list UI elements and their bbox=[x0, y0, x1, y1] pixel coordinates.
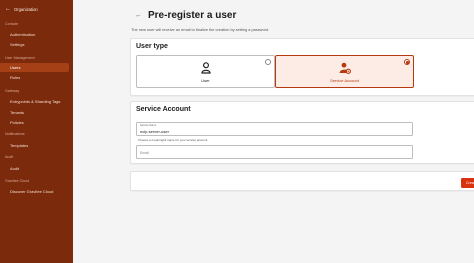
sidebar-item-tenants[interactable]: Tenants bbox=[0, 108, 69, 117]
service-name-help: Choose a meaningful name for your servic… bbox=[138, 138, 208, 142]
sidebar-item-policies[interactable]: Policies bbox=[0, 118, 69, 127]
section-console-title: Console bbox=[5, 22, 19, 26]
service-name-value: ncip-server-user bbox=[140, 129, 169, 134]
sidebar-item-roles[interactable]: Roles bbox=[0, 73, 69, 82]
sidebar-item-users[interactable]: Users bbox=[0, 63, 69, 72]
section-gravitee-cloud-title: Gravitee Cloud bbox=[5, 179, 29, 183]
section-gateway-title: Gateway bbox=[5, 89, 20, 93]
arrow-left-icon: ← bbox=[5, 6, 11, 12]
sidebar-item-authentication[interactable]: Authentication bbox=[0, 30, 69, 39]
sidebar-item-settings[interactable]: Settings bbox=[0, 40, 69, 49]
back-arrow-icon[interactable]: ← bbox=[135, 12, 142, 19]
user-radio[interactable] bbox=[265, 59, 271, 65]
service-name-label: Service Name bbox=[140, 124, 157, 127]
email-field[interactable]: Email bbox=[136, 145, 413, 159]
actions-bar: Create bbox=[130, 171, 474, 191]
main-content: ← Pre-register a user The new user will … bbox=[73, 0, 474, 263]
page-subtitle: The new user will receive an email to fi… bbox=[131, 27, 270, 32]
user-type-title: User type bbox=[136, 43, 168, 50]
create-button[interactable]: Create bbox=[461, 178, 474, 188]
service-account-radio[interactable] bbox=[404, 59, 410, 65]
service-name-field[interactable]: Service Name ncip-server-user bbox=[136, 122, 413, 136]
user-icon bbox=[200, 62, 211, 74]
service-account-option-label: Service Account bbox=[330, 78, 359, 83]
section-audit-title: Audit bbox=[5, 155, 14, 159]
user-option-label: User bbox=[201, 78, 210, 83]
back-label: Organization bbox=[14, 6, 38, 12]
section-user-management-title: User Management bbox=[5, 56, 35, 60]
sidebar-item-discover-gravitee-cloud[interactable]: Discover Gravitee Cloud bbox=[0, 187, 69, 196]
sidebar-item-templates[interactable]: Templates bbox=[0, 141, 69, 150]
user-type-option-service-account[interactable]: Service Account bbox=[275, 55, 414, 88]
sidebar: ← Organization Console Authentication Se… bbox=[0, 0, 73, 263]
sidebar-item-entrypoints[interactable]: Entrypoints & Sharding Tags bbox=[0, 97, 69, 106]
page-title: Pre-register a user bbox=[148, 10, 237, 21]
sidebar-item-audit[interactable]: Audit bbox=[0, 164, 69, 173]
user-type-card: User type User Service Account bbox=[130, 38, 474, 96]
back-to-organization-link[interactable]: ← Organization bbox=[5, 6, 38, 12]
section-notifications-title: Notifications bbox=[5, 132, 25, 136]
email-placeholder: Email bbox=[140, 150, 149, 155]
user-gear-icon bbox=[339, 62, 351, 74]
service-account-title: Service Account bbox=[136, 106, 191, 113]
service-account-card: Service Account Service Name ncip-server… bbox=[130, 101, 474, 164]
title-row: ← Pre-register a user bbox=[135, 10, 236, 21]
user-type-option-user[interactable]: User bbox=[136, 55, 275, 88]
